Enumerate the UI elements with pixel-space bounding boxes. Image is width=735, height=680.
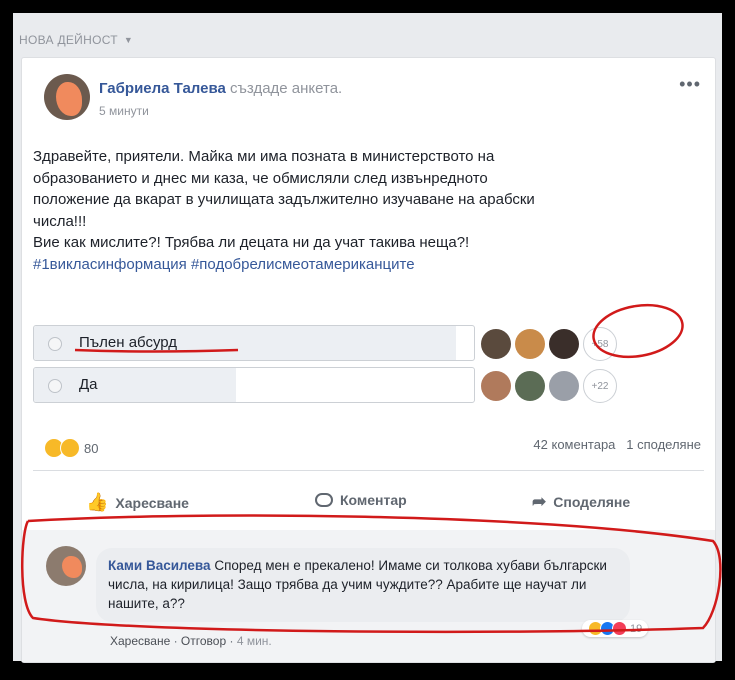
share-label: Споделяне [553, 494, 631, 510]
voter-avatar [515, 371, 545, 401]
screenshot-frame: НОВА ДЕЙНОСТ ▼ Габриела Талева създаде а… [13, 13, 722, 663]
comment-time[interactable]: 4 мин. [237, 634, 272, 648]
post-stats: 42 коментара 1 споделяне [533, 437, 701, 452]
post-action-text: създаде анкета. [230, 80, 343, 97]
comment-actions: Харесване · Отговор · 4 мин. [110, 634, 272, 648]
like-button[interactable]: 👍 Харесване [86, 492, 189, 513]
post-text: Здравейте, приятели. Майка ми има познат… [33, 146, 693, 275]
poll-radio[interactable] [48, 379, 62, 393]
voter-avatar [481, 329, 511, 359]
voter-avatar [549, 329, 579, 359]
post-time[interactable]: 5 минути [99, 104, 149, 118]
love-reaction-icon [612, 621, 627, 636]
comment-bubble-icon [315, 493, 333, 507]
post-text-line: Здравейте, приятели. Майка ми има познат… [33, 148, 495, 165]
thumbs-up-icon: 👍 [86, 492, 109, 512]
commenter-name[interactable]: Ками Василева [108, 558, 211, 573]
post-text-line: Вие как мислите?! Трябва ли децата ни да… [33, 234, 470, 251]
author-avatar[interactable] [44, 74, 90, 120]
caret-down-icon: ▼ [123, 35, 134, 45]
poll-option-2[interactable]: Да [33, 367, 475, 403]
voter-avatar [515, 329, 545, 359]
divider [33, 470, 704, 471]
comment-bubble: Ками Василева Според мен е прекалено! Им… [96, 548, 630, 622]
post-text-line: числа!!! [33, 212, 87, 230]
commenter-avatar[interactable] [46, 546, 86, 586]
shares-count[interactable]: 1 споделяне [626, 437, 701, 452]
poll-voters-2[interactable]: +22 [481, 369, 617, 403]
share-arrow-icon: ➦ [532, 492, 547, 511]
post-card: Габриела Талева създаде анкета. 5 минути… [21, 57, 716, 663]
more-voters-badge[interactable]: +22 [583, 369, 617, 403]
comment-label: Коментар [340, 492, 407, 508]
avatar-redaction [56, 82, 82, 116]
post-header: Габриела Талева създаде анкета. [99, 80, 342, 97]
poll-voters-1[interactable]: +58 [481, 327, 617, 361]
comment-reaction-count: 19 [630, 622, 643, 635]
poll-result-bar [34, 368, 237, 402]
share-button[interactable]: ➦ Споделяне [532, 492, 630, 512]
comment-like-link[interactable]: Харесване [110, 634, 170, 648]
more-options-icon[interactable]: ••• [679, 74, 701, 95]
post-text-line: положение да вкарат в училищата задължит… [33, 191, 535, 208]
voter-avatar [481, 371, 511, 401]
comment-reply-link[interactable]: Отговор [181, 634, 226, 648]
comments-section: Ками Василева Според мен е прекалено! Им… [22, 530, 715, 662]
sad-reaction-icon [60, 438, 80, 458]
post-hashtags[interactable]: #1викласинформация #подобрелисмеотамерик… [33, 254, 693, 276]
avatar-redaction [62, 556, 82, 578]
author-name[interactable]: Габриела Талева [99, 80, 226, 97]
comment-button[interactable]: Коментар [315, 492, 407, 508]
voter-avatar [549, 371, 579, 401]
news-feed-header[interactable]: НОВА ДЕЙНОСТ ▼ [19, 33, 133, 47]
reaction-count: 80 [84, 440, 99, 456]
poll-option-label: Пълен абсурд [79, 334, 178, 351]
comments-count[interactable]: 42 коментара [533, 437, 615, 452]
news-feed-label: НОВА ДЕЙНОСТ [19, 33, 118, 47]
poll-radio[interactable] [48, 337, 62, 351]
comment-reactions[interactable]: 19 [582, 620, 649, 637]
poll-option-label: Да [79, 376, 98, 393]
like-label: Харесване [115, 494, 189, 511]
poll-option-1[interactable]: Пълен абсурд [33, 325, 475, 361]
reaction-summary[interactable]: 80 [44, 438, 98, 458]
more-voters-badge[interactable]: +58 [583, 327, 617, 361]
post-text-line: образованието и днес ми каза, че обмисля… [33, 169, 488, 187]
